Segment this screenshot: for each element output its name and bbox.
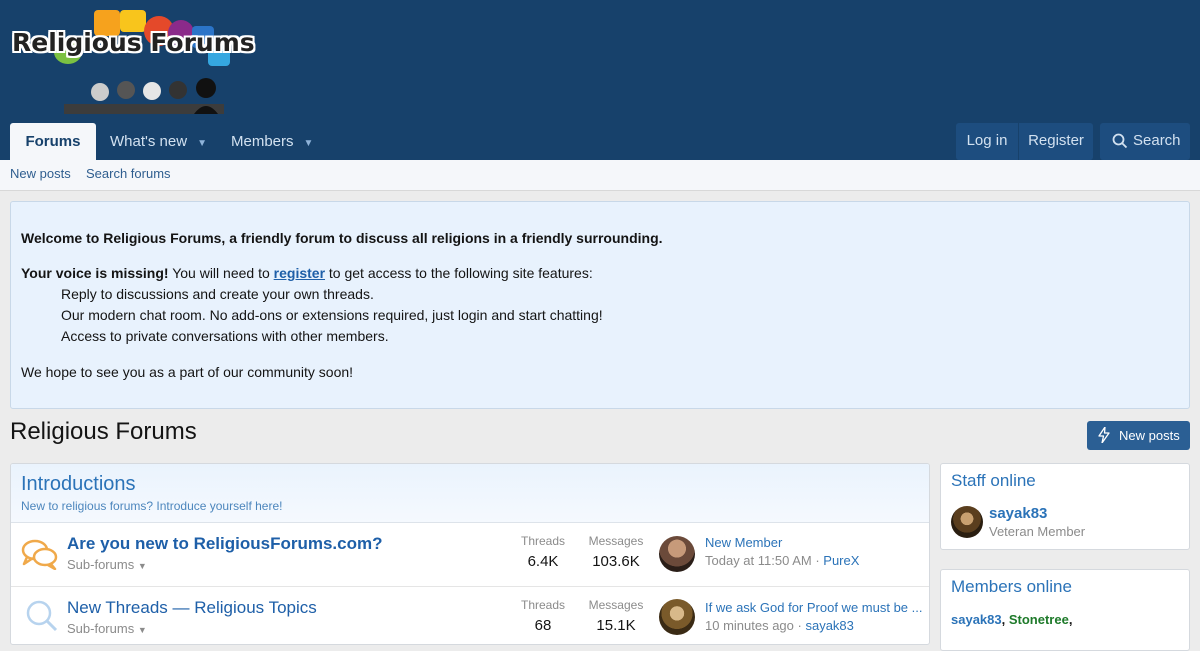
notice-feature: Reply to discussions and create your own…: [61, 286, 374, 302]
bolt-icon: [1098, 427, 1110, 443]
subnav-search-forums[interactable]: Search forums: [86, 166, 171, 181]
notice-feature: Our modern chat room. No add-ons or exte…: [61, 307, 603, 323]
tab-forums[interactable]: Forums: [10, 123, 96, 160]
messages-count: 103.6K: [592, 553, 640, 570]
category-header: Introductions New to religious forums? I…: [11, 464, 929, 523]
register-link[interactable]: register: [274, 265, 325, 281]
latest-thread-link[interactable]: If we ask God for Proof we must be ...: [705, 600, 922, 615]
latest-thread-link[interactable]: New Member: [705, 535, 782, 550]
threads-label: Threads: [520, 534, 566, 548]
latest-meta: Today at 11:50 AM · PureX: [705, 553, 860, 568]
threads-count: 68: [534, 617, 552, 634]
logo-text: Religious Forums: [12, 28, 255, 57]
site-logo[interactable]: Religious Forums: [8, 8, 268, 116]
members-list: sayak83, Stonetree,: [951, 612, 1073, 627]
search-icon: [1112, 133, 1128, 149]
avatar[interactable]: [659, 536, 695, 572]
search-button[interactable]: Search: [1100, 123, 1190, 160]
staff-online-widget: Staff online sayak83 Veteran Member: [940, 463, 1190, 550]
messages-label: Messages: [588, 534, 644, 548]
category-description: New to religious forums? Introduce yours…: [21, 499, 283, 513]
tab-members[interactable]: Members ▼: [231, 123, 313, 160]
login-button[interactable]: Log in: [956, 123, 1018, 160]
latest-user-link[interactable]: sayak83: [805, 618, 853, 633]
messages-label: Messages: [588, 598, 644, 612]
forum-node-title[interactable]: New Threads — Religious Topics: [67, 598, 317, 618]
new-posts-button[interactable]: New posts: [1087, 421, 1190, 450]
member-link[interactable]: sayak83: [951, 612, 1002, 627]
latest-user-link[interactable]: PureX: [823, 553, 859, 568]
chevron-down-icon: ▼: [137, 561, 147, 571]
welcome-notice: Welcome to Religious Forums, a friendly …: [10, 201, 1190, 409]
search-icon: [26, 600, 58, 632]
category-title[interactable]: Introductions: [21, 473, 136, 496]
notice-welcome: Welcome to Religious Forums, a friendly …: [21, 230, 663, 246]
tab-whats-new[interactable]: What's new ▼: [110, 123, 207, 160]
chat-bubbles-icon: [21, 539, 58, 570]
subnav-new-posts[interactable]: New posts: [10, 166, 71, 181]
staff-online-title[interactable]: Staff online: [951, 471, 1036, 491]
messages-count: 15.1K: [596, 617, 636, 634]
avatar[interactable]: [951, 506, 983, 538]
chevron-down-icon[interactable]: ▼: [304, 138, 314, 149]
notice-missing: Your voice is missing! You will need to …: [21, 265, 593, 281]
chevron-down-icon[interactable]: ▼: [197, 138, 207, 149]
members-online-widget: Members online sayak83, Stonetree,: [940, 569, 1190, 651]
people-icon: [64, 78, 224, 114]
forum-node-title[interactable]: Are you new to ReligiousForums.com?: [67, 534, 382, 554]
threads-count: 6.4K: [527, 553, 559, 570]
chevron-down-icon: ▼: [137, 625, 147, 635]
notice-closing: We hope to see you as a part of our comm…: [21, 364, 354, 380]
latest-meta: 10 minutes ago · sayak83: [705, 618, 854, 633]
category-introductions: Introductions New to religious forums? I…: [10, 463, 930, 645]
staff-role: Veteran Member: [989, 524, 1086, 539]
members-online-title[interactable]: Members online: [951, 577, 1072, 597]
subforums-toggle[interactable]: Sub-forums ▼: [67, 557, 147, 572]
subforums-toggle[interactable]: Sub-forums ▼: [67, 621, 147, 636]
forum-node: New Threads — Religious Topics Sub-forum…: [11, 587, 929, 644]
register-button[interactable]: Register: [1018, 123, 1093, 160]
notice-feature: Access to private conversations with oth…: [61, 328, 389, 344]
threads-label: Threads: [520, 598, 566, 612]
sub-nav: New posts Search forums: [0, 160, 1200, 191]
forum-node: Are you new to ReligiousForums.com? Sub-…: [11, 522, 929, 587]
member-link[interactable]: Stonetree: [1009, 612, 1069, 627]
page-title: Religious Forums: [10, 418, 197, 445]
site-header: Religious Forums: [0, 0, 1200, 123]
staff-name[interactable]: sayak83: [989, 505, 1047, 522]
